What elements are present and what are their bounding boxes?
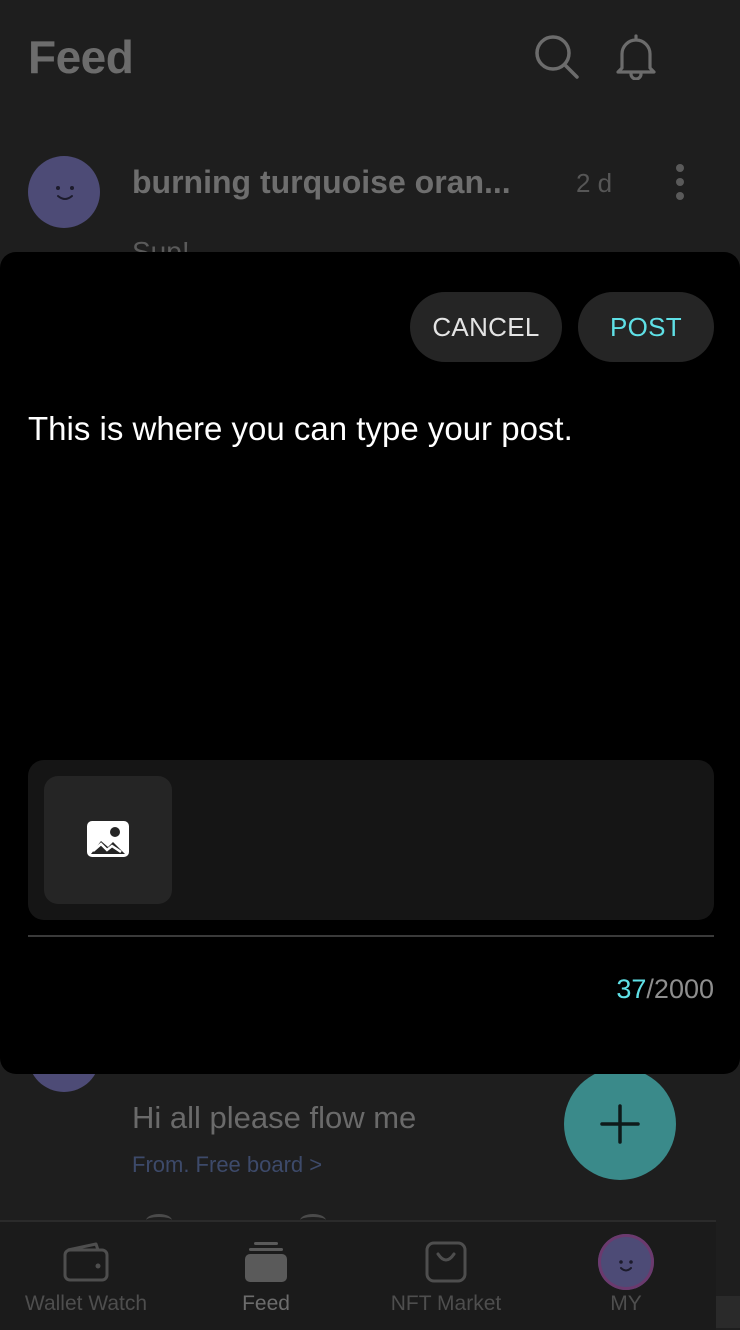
nav-label: Feed — [242, 1292, 290, 1315]
nav-item-wallet-watch[interactable]: Wallet Watch — [0, 1222, 176, 1330]
edge-strip — [716, 1296, 740, 1328]
attachment-area — [28, 760, 714, 920]
character-count-current: 37 — [616, 974, 647, 1004]
compose-sheet: CANCEL POST This is where you can type y… — [0, 252, 740, 1074]
more-options-icon[interactable] — [666, 162, 694, 202]
post-body[interactable]: Hi all please flow me — [132, 1100, 416, 1136]
post-author[interactable]: burning turquoise oran... — [132, 164, 532, 201]
page-title: Feed — [28, 31, 134, 83]
board-link[interactable]: From. Free board > — [132, 1152, 322, 1178]
cancel-button[interactable]: CANCEL — [410, 292, 562, 362]
avatar[interactable] — [28, 156, 100, 228]
post-button[interactable]: POST — [578, 292, 714, 362]
character-counter: 37/2000 — [616, 974, 714, 1005]
wallet-icon — [62, 1240, 110, 1284]
add-image-button[interactable] — [44, 776, 172, 904]
nav-label: MY — [610, 1292, 642, 1315]
feed-icon — [242, 1240, 290, 1284]
nav-label: NFT Market — [390, 1292, 502, 1315]
plus-icon — [600, 1104, 640, 1144]
post-timestamp: 2 d — [576, 168, 613, 198]
avatar — [598, 1234, 654, 1290]
new-post-button[interactable] — [564, 1068, 676, 1180]
character-count-max: /2000 — [646, 974, 714, 1004]
divider — [28, 935, 714, 937]
image-icon — [87, 821, 129, 857]
nav-item-my[interactable]: MY — [536, 1222, 716, 1330]
bottom-nav: Wallet Watch Feed NFT Market MY — [0, 1220, 716, 1330]
nav-label: Wallet Watch — [24, 1292, 148, 1315]
post-text-input[interactable]: This is where you can type your post. — [28, 410, 573, 448]
bell-icon[interactable] — [612, 32, 660, 81]
shopping-bag-icon — [422, 1240, 470, 1284]
nav-item-feed[interactable]: Feed — [176, 1222, 356, 1330]
nav-item-nft-market[interactable]: NFT Market — [356, 1222, 536, 1330]
search-icon[interactable] — [532, 32, 580, 80]
